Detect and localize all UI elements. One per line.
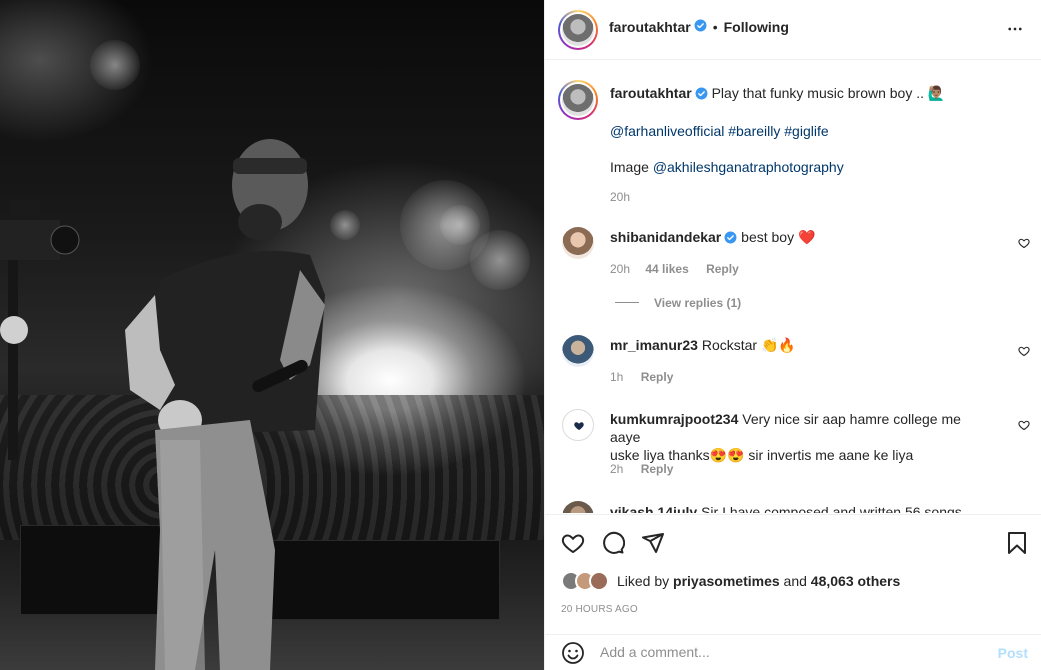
post-photo[interactable] [0, 0, 544, 670]
heart-icon[interactable] [561, 531, 585, 558]
bookmark-icon[interactable] [1006, 531, 1028, 558]
caption-credit-handle[interactable]: @akhileshganatraphotography [653, 159, 844, 175]
header-separator: • [712, 19, 718, 35]
verified-icon [695, 86, 708, 104]
comment-input[interactable] [600, 644, 980, 660]
comment-username[interactable]: vikash.14july [610, 504, 697, 513]
commenter-avatar[interactable] [562, 501, 594, 513]
comments-scroll-area[interactable]: faroutakhtar Play that funky music brown… [545, 61, 1041, 513]
comment-likes[interactable]: 44 likes [645, 262, 688, 276]
likes-count[interactable]: 48,063 others [811, 573, 901, 589]
comment-time: 20h [610, 262, 631, 276]
post-button[interactable]: Post [998, 645, 1028, 661]
reply-button[interactable]: Reply [706, 262, 739, 276]
commenter-avatar[interactable] [562, 335, 594, 367]
heart-icon[interactable] [1018, 236, 1030, 252]
comment-username[interactable]: shibanidandekar [610, 229, 721, 245]
replies-divider [615, 302, 639, 303]
likes-middle: and [783, 573, 807, 589]
more-icon[interactable] [1006, 20, 1024, 41]
post-header: faroutakhtar • Following [545, 0, 1041, 60]
commenter-avatar[interactable] [562, 409, 594, 441]
comment-icon[interactable] [601, 531, 626, 558]
verified-icon [724, 230, 737, 248]
action-bar: Liked by priyasometimes and 48,063 other… [545, 514, 1041, 654]
comment-username[interactable]: mr_imanur23 [610, 337, 698, 353]
reply-button[interactable]: Reply [641, 370, 674, 384]
caption-username[interactable]: faroutakhtar [610, 85, 692, 101]
comment-time: 1h [610, 370, 624, 384]
comment-time: 2h [610, 462, 624, 476]
emoji-icon[interactable] [561, 641, 585, 668]
verified-icon [694, 19, 707, 35]
heart-icon[interactable] [1018, 418, 1030, 434]
likes-prefix: Liked by [617, 573, 670, 589]
caption-time: 20h [610, 190, 631, 204]
comment-bar: Post [545, 634, 1041, 670]
comment-text: Rockstar 👏🔥 [701, 337, 796, 353]
heart-icon[interactable] [1018, 344, 1030, 360]
liked-by-user[interactable]: priyasometimes [673, 573, 780, 589]
author-username[interactable]: faroutakhtar [609, 19, 691, 35]
post-panel: faroutakhtar • Following faroutakhtar Pl… [544, 0, 1041, 670]
comment-username[interactable]: kumkumrajpoot234 [610, 411, 738, 427]
liker-avatar [589, 571, 609, 591]
performer-figure [125, 139, 325, 670]
caption-credit-prefix: Image [610, 159, 649, 175]
caption: faroutakhtar Play that funky music brown… [610, 84, 1010, 204]
comment-text-line2: uske liya thanks😍😍 sir invertis me aane … [610, 447, 914, 463]
caption-tags[interactable]: @farhanliveofficial #bareilly #giglife [610, 122, 1010, 140]
author-avatar[interactable] [558, 10, 598, 50]
share-icon[interactable] [641, 531, 665, 558]
caption-text: Play that funky music brown boy .. 🙋🏽‍♂️ [711, 85, 946, 101]
reply-button[interactable]: Reply [641, 462, 674, 476]
following-button[interactable]: Following [724, 19, 789, 35]
view-replies-button[interactable]: View replies (1) [654, 296, 741, 310]
comment-text: Sir I have composed and written 56 songs [701, 504, 962, 513]
comment-text: best boy ❤️ [741, 229, 816, 245]
post-timestamp[interactable]: 20 HOURS AGO [561, 604, 638, 615]
commenter-avatar[interactable] [562, 227, 594, 259]
caption-avatar[interactable] [558, 80, 598, 120]
likes-summary: Liked by priyasometimes and 48,063 other… [561, 571, 900, 591]
